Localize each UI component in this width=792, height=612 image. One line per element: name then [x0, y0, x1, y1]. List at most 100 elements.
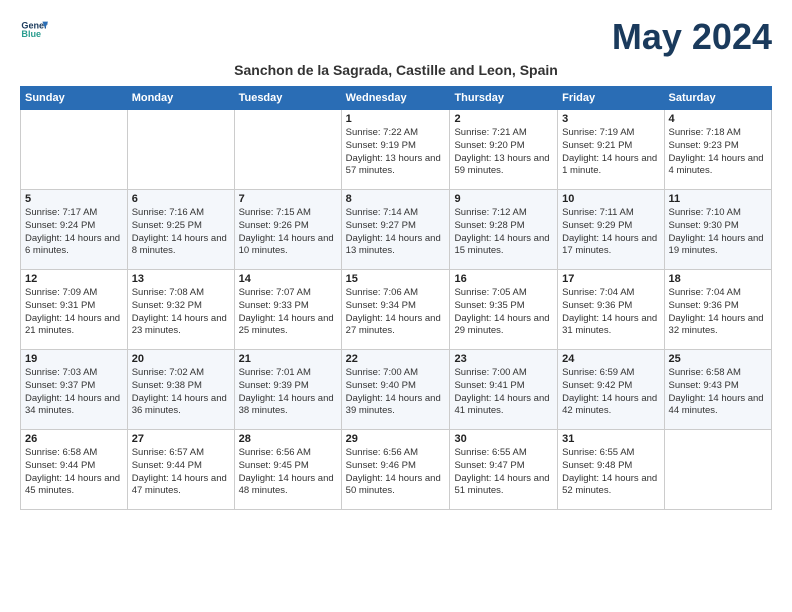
day-info: Sunrise: 7:22 AM Sunset: 9:19 PM Dayligh… — [346, 127, 446, 178]
calendar-cell: 23Sunrise: 7:00 AM Sunset: 9:41 PM Dayli… — [450, 350, 558, 430]
day-info: Sunrise: 7:18 AM Sunset: 9:23 PM Dayligh… — [669, 127, 767, 178]
day-number: 27 — [132, 433, 230, 445]
calendar-cell: 21 Sunrise: 7:01 AM Sunset: 9:39 PM Dayli… — [234, 350, 341, 430]
day-info: Sunrise: 7:11 AM Sunset: 9:29 PM Dayligh… — [562, 207, 659, 258]
calendar-cell: 31 Sunrise: 6:55 AM Sunset: 9:48 PM Dayli… — [558, 430, 664, 510]
day-info: Sunrise: 7:19 AM Sunset: 9:21 PM Dayligh… — [562, 127, 659, 178]
day-info: Sunrise: 7:06 AM Sunset: 9:34 PM Dayligh… — [346, 287, 446, 338]
calendar-cell — [234, 110, 341, 190]
calendar-cell: 8 Sunrise: 7:14 AM Sunset: 9:27 PM Daylig… — [341, 190, 450, 270]
day-info: Sunrise: 6:59 AM Sunset: 9:42 PM Dayligh… — [562, 367, 659, 418]
day-info: Sunrise: 7:08 AM Sunset: 9:32 PM Dayligh… — [132, 287, 230, 338]
day-number: 1 — [346, 113, 446, 125]
day-number: 16 — [454, 273, 553, 285]
day-number: 4 — [669, 113, 767, 125]
calendar-cell: 11 Sunrise: 7:10 AM Sunset: 9:30 PM Dayli… — [664, 190, 771, 270]
calendar-cell — [664, 430, 771, 510]
calendar-cell: 1 Sunrise: 7:22 AM Sunset: 9:19 PM Daylig… — [341, 110, 450, 190]
calendar-cell: 22 Sunrise: 7:00 AM Sunset: 9:40 PM Dayli… — [341, 350, 450, 430]
day-number: 3 — [562, 113, 659, 125]
day-info: Sunrise: 7:04 AM Sunset: 9:36 PM Dayligh… — [669, 287, 767, 338]
calendar-cell: 5 Sunrise: 7:17 AM Sunset: 9:24 PM Daylig… — [21, 190, 128, 270]
day-number: 5 — [25, 193, 123, 205]
calendar-cell: 20 Sunrise: 7:02 AM Sunset: 9:38 PM Dayli… — [127, 350, 234, 430]
day-info: Sunrise: 6:56 AM Sunset: 9:45 PM Dayligh… — [239, 447, 337, 498]
calendar-cell: 24 Sunrise: 6:59 AM Sunset: 9:42 PM Dayli… — [558, 350, 664, 430]
day-info: Sunrise: 6:58 AM Sunset: 9:43 PM Dayligh… — [669, 367, 767, 418]
day-number: 18 — [669, 273, 767, 285]
day-of-week-header: Friday — [558, 87, 664, 110]
day-info: Sunrise: 7:10 AM Sunset: 9:30 PM Dayligh… — [669, 207, 767, 258]
day-info: Sunrise: 7:16 AM Sunset: 9:25 PM Dayligh… — [132, 207, 230, 258]
svg-text:Blue: Blue — [21, 29, 41, 39]
day-info: Sunrise: 7:17 AM Sunset: 9:24 PM Dayligh… — [25, 207, 123, 258]
day-number: 2 — [454, 113, 553, 125]
day-number: 25 — [669, 353, 767, 365]
day-info: Sunrise: 7:02 AM Sunset: 9:38 PM Dayligh… — [132, 367, 230, 418]
day-info: Sunrise: 6:58 AM Sunset: 9:44 PM Dayligh… — [25, 447, 123, 498]
calendar-cell: 28Sunrise: 6:56 AM Sunset: 9:45 PM Dayli… — [234, 430, 341, 510]
calendar-cell: 30 Sunrise: 6:55 AM Sunset: 9:47 PM Dayli… — [450, 430, 558, 510]
day-of-week-header: Sunday — [21, 87, 128, 110]
day-of-week-header: Tuesday — [234, 87, 341, 110]
day-info: Sunrise: 7:00 AM Sunset: 9:40 PM Dayligh… — [346, 367, 446, 418]
calendar-cell: 16Sunrise: 7:05 AM Sunset: 9:35 PM Dayli… — [450, 270, 558, 350]
day-number: 11 — [669, 193, 767, 205]
calendar-cell: 26 Sunrise: 6:58 AM Sunset: 9:44 PM Dayli… — [21, 430, 128, 510]
day-number: 17 — [562, 273, 659, 285]
calendar-table: SundayMondayTuesdayWednesdayThursdayFrid… — [20, 86, 772, 510]
day-info: Sunrise: 7:14 AM Sunset: 9:27 PM Dayligh… — [346, 207, 446, 258]
day-number: 7 — [239, 193, 337, 205]
day-number: 23 — [454, 353, 553, 365]
calendar-cell: 29 Sunrise: 6:56 AM Sunset: 9:46 PM Dayli… — [341, 430, 450, 510]
calendar-cell: 10Sunrise: 7:11 AM Sunset: 9:29 PM Dayli… — [558, 190, 664, 270]
logo-icon: General Blue — [20, 16, 48, 44]
calendar-cell: 17 Sunrise: 7:04 AM Sunset: 9:36 PM Dayli… — [558, 270, 664, 350]
day-info: Sunrise: 7:03 AM Sunset: 9:37 PM Dayligh… — [25, 367, 123, 418]
logo: General Blue — [20, 16, 48, 44]
day-of-week-header: Wednesday — [341, 87, 450, 110]
day-info: Sunrise: 6:55 AM Sunset: 9:48 PM Dayligh… — [562, 447, 659, 498]
day-info: Sunrise: 7:21 AM Sunset: 9:20 PM Dayligh… — [454, 127, 553, 178]
day-number: 31 — [562, 433, 659, 445]
day-number: 24 — [562, 353, 659, 365]
page-subtitle: Sanchon de la Sagrada, Castille and Leon… — [20, 62, 772, 78]
day-info: Sunrise: 6:57 AM Sunset: 9:44 PM Dayligh… — [132, 447, 230, 498]
calendar-cell: 15 Sunrise: 7:06 AM Sunset: 9:34 PM Dayli… — [341, 270, 450, 350]
calendar-cell: 2 Sunrise: 7:21 AM Sunset: 9:20 PM Daylig… — [450, 110, 558, 190]
page-header: General Blue May 2024 — [20, 16, 772, 58]
day-number: 22 — [346, 353, 446, 365]
day-number: 29 — [346, 433, 446, 445]
day-number: 14 — [239, 273, 337, 285]
day-number: 19 — [25, 353, 123, 365]
day-number: 15 — [346, 273, 446, 285]
calendar-cell: 4 Sunrise: 7:18 AM Sunset: 9:23 PM Daylig… — [664, 110, 771, 190]
day-number: 21 — [239, 353, 337, 365]
day-number: 20 — [132, 353, 230, 365]
calendar-cell: 3 Sunrise: 7:19 AM Sunset: 9:21 PM Daylig… — [558, 110, 664, 190]
calendar-cell: 12Sunrise: 7:09 AM Sunset: 9:31 PM Dayli… — [21, 270, 128, 350]
day-info: Sunrise: 7:15 AM Sunset: 9:26 PM Dayligh… — [239, 207, 337, 258]
day-number: 13 — [132, 273, 230, 285]
calendar-cell: 6 Sunrise: 7:16 AM Sunset: 9:25 PM Daylig… — [127, 190, 234, 270]
day-number: 8 — [346, 193, 446, 205]
calendar-cell: 18 Sunrise: 7:04 AM Sunset: 9:36 PM Dayli… — [664, 270, 771, 350]
calendar-cell: 7 Sunrise: 7:15 AM Sunset: 9:26 PM Daylig… — [234, 190, 341, 270]
calendar-cell: 13 Sunrise: 7:08 AM Sunset: 9:32 PM Dayli… — [127, 270, 234, 350]
day-of-week-header: Thursday — [450, 87, 558, 110]
calendar-cell: 19 Sunrise: 7:03 AM Sunset: 9:37 PM Dayli… — [21, 350, 128, 430]
day-info: Sunrise: 7:09 AM Sunset: 9:31 PM Dayligh… — [25, 287, 123, 338]
calendar-cell: 14 Sunrise: 7:07 AM Sunset: 9:33 PM Dayli… — [234, 270, 341, 350]
calendar-cell — [127, 110, 234, 190]
day-info: Sunrise: 7:07 AM Sunset: 9:33 PM Dayligh… — [239, 287, 337, 338]
day-info: Sunrise: 7:01 AM Sunset: 9:39 PM Dayligh… — [239, 367, 337, 418]
month-title: May 2024 — [612, 16, 772, 58]
day-number: 26 — [25, 433, 123, 445]
calendar-cell: 25 Sunrise: 6:58 AM Sunset: 9:43 PM Dayli… — [664, 350, 771, 430]
calendar-cell: 9Sunrise: 7:12 AM Sunset: 9:28 PM Daylig… — [450, 190, 558, 270]
day-number: 30 — [454, 433, 553, 445]
day-info: Sunrise: 6:55 AM Sunset: 9:47 PM Dayligh… — [454, 447, 553, 498]
day-number: 6 — [132, 193, 230, 205]
day-info: Sunrise: 6:56 AM Sunset: 9:46 PM Dayligh… — [346, 447, 446, 498]
day-info: Sunrise: 7:04 AM Sunset: 9:36 PM Dayligh… — [562, 287, 659, 338]
